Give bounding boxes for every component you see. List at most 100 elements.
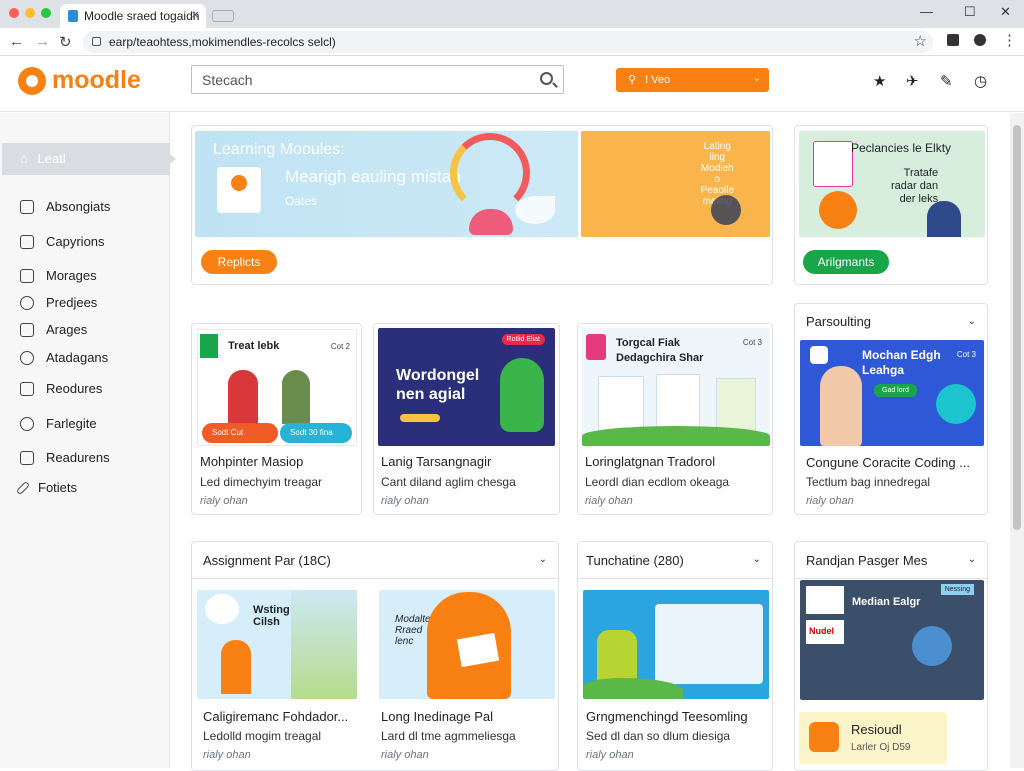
- scrollbar-thumb[interactable]: [1013, 125, 1021, 530]
- close-icon[interactable]: ✕: [1000, 4, 1011, 20]
- mascot-icon: [469, 209, 513, 235]
- sidebar-item-label: Morages: [46, 268, 97, 283]
- promo-text: Tratafe radar dan der leks: [891, 167, 939, 205]
- course-thumbnail[interactable]: Median Ealgr Nessing Nudel: [800, 580, 984, 700]
- select-label: I Veo: [645, 74, 671, 86]
- course-card[interactable]: Rotlid Eliat Wordongel nen agial Lanig T…: [373, 323, 560, 515]
- minimize-window-dot[interactable]: [25, 8, 35, 18]
- course-subtitle: Leordl dian ecdlom okeaga: [585, 475, 730, 489]
- course-subtitle: Cant diland aglim chesga: [381, 475, 516, 489]
- back-icon[interactable]: ←: [9, 33, 24, 50]
- wing-icon: [515, 196, 555, 224]
- chevron-down-icon[interactable]: ⌄: [968, 316, 976, 327]
- lock-icon: [92, 37, 101, 46]
- people-icon: [20, 295, 34, 310]
- search-icon[interactable]: [540, 72, 553, 85]
- sidebar-active-label: Leatl: [37, 151, 66, 166]
- reload-icon[interactable]: ↻: [59, 33, 72, 51]
- page-scrollbar[interactable]: [1010, 113, 1024, 768]
- logo-text: moodle: [52, 66, 141, 94]
- list-panel-icon: [655, 604, 763, 684]
- moodle-logo[interactable]: moodle: [18, 66, 141, 95]
- course-thumbnail[interactable]: Mochan Edgh Leahga Cot 3 Gad lord: [800, 340, 984, 446]
- close-window-dot[interactable]: [9, 8, 19, 18]
- sidebar-item-label: Arages: [46, 322, 88, 337]
- menu-dots-icon[interactable]: ⋮: [1002, 31, 1017, 49]
- course-meta: rialy ohan: [806, 495, 854, 507]
- course-card[interactable]: Torgcal Fiak Dedagchira Shar Cot 3 Lorin…: [577, 323, 773, 515]
- image-icon: [806, 586, 844, 614]
- course-meta: rialy ohan: [586, 749, 634, 761]
- chevron-down-icon[interactable]: ⌄: [753, 554, 761, 565]
- sidebar-item[interactable]: Atadagans: [20, 350, 108, 365]
- course-thumbnail[interactable]: Wsting Cilsh: [197, 590, 357, 699]
- course-card[interactable]: Treat lebk Cot 2 Sodt Cut Sodt 30 fina M…: [191, 323, 362, 515]
- course-meta: rialy ohan: [585, 495, 633, 507]
- maximize-window-dot[interactable]: [41, 8, 51, 18]
- new-tab-button[interactable]: [212, 10, 234, 22]
- sidebar-item[interactable]: Absongiats: [20, 199, 110, 214]
- favicon-icon: [68, 10, 78, 22]
- sidebar-item[interactable]: Farlegite: [20, 416, 97, 431]
- window-controls: [9, 8, 51, 18]
- sidebar-item-label: Reodures: [46, 381, 103, 396]
- thumb-title: Median Ealgr: [852, 596, 921, 608]
- sidebar-item[interactable]: Predjees: [20, 295, 97, 310]
- resource-tile[interactable]: Resioudl Larler Oj D59: [799, 712, 947, 764]
- course-thumbnail[interactable]: Modalter Rraed lenc: [379, 590, 555, 699]
- promo-button[interactable]: Arilgmants: [803, 250, 889, 274]
- hero-title: Learning Mooules:: [213, 141, 345, 158]
- sidebar-item[interactable]: Fotiets: [15, 480, 77, 495]
- puzzle-icon: [586, 334, 606, 360]
- hero-side-banner[interactable]: Lating ling Modieh o Peaolle meling: [581, 131, 770, 237]
- view-select-button[interactable]: ⚲ I Veo ⌄: [616, 68, 769, 92]
- messages-icon[interactable]: ✎: [940, 72, 953, 90]
- bookmark-star-icon[interactable]: ☆: [914, 32, 927, 50]
- promo-banner[interactable]: Peclancies le Elkty Tratafe radar dan de…: [799, 131, 985, 237]
- sidebar-item[interactable]: Readurens: [20, 450, 110, 465]
- section-heading: Tunchatine (280): [586, 553, 684, 568]
- sidebar-item[interactable]: Reodures: [20, 381, 102, 396]
- course-subtitle: Lard dl tme agmmeliesga: [381, 729, 516, 743]
- minimize-icon[interactable]: —: [920, 4, 933, 19]
- close-tab-icon[interactable]: ×: [191, 7, 199, 22]
- sidebar-item[interactable]: Capyrions: [20, 234, 105, 249]
- course-thumbnail: Torgcal Fiak Dedagchira Shar Cot 3: [582, 328, 770, 446]
- course-thumbnail[interactable]: [583, 590, 769, 699]
- mascot-icon: [819, 191, 857, 229]
- student-icon: [500, 358, 544, 432]
- clock-small-icon: [20, 416, 34, 431]
- chevron-down-icon[interactable]: ⌄: [968, 554, 976, 565]
- course-title: Mohpinter Masiop: [200, 454, 304, 469]
- thumb-chip: Nudel: [806, 620, 844, 644]
- random-section: Randjan Pasger Mes ⌄ Median Ealgr Nessin…: [794, 541, 988, 771]
- thumb-title: Wordongel nen agial: [396, 367, 480, 403]
- app-icon: [810, 346, 828, 364]
- chevron-down-icon[interactable]: ⌄: [539, 554, 547, 565]
- sidebar-item[interactable]: Arages: [20, 322, 87, 337]
- sidebar-item-active[interactable]: ⌂ Leatl: [2, 143, 176, 175]
- section-heading: Randjan Pasger Mes: [806, 553, 928, 568]
- clock-icon[interactable]: ◷: [974, 72, 987, 90]
- avatar-icon: [912, 626, 952, 666]
- thumb-chip-icon: [400, 414, 440, 422]
- search-input[interactable]: Stecach: [191, 65, 564, 94]
- document-icon: [20, 199, 34, 214]
- sidebar-item-label: Readurens: [46, 450, 110, 465]
- hero-banner[interactable]: Learning Mooules: Mearigh eauling mistan…: [195, 131, 578, 237]
- forward-icon[interactable]: →: [35, 33, 50, 50]
- browser-tab[interactable]: Moodle sraed togaidh ×: [60, 4, 206, 28]
- grades-icon: [20, 450, 34, 465]
- hero-button[interactable]: Replicts: [201, 250, 277, 274]
- sidebar-item[interactable]: Morages: [20, 268, 97, 283]
- maximize-icon[interactable]: ☐: [964, 4, 976, 20]
- puzzle-icon[interactable]: [974, 34, 986, 46]
- student-icon: [820, 366, 862, 446]
- address-bar[interactable]: earp/teaohtess,mokimendles-recolcs selcl…: [83, 31, 933, 53]
- notification-icon[interactable]: ✈: [906, 72, 919, 90]
- url-text: earp/teaohtess,mokimendles-recolcs selcl…: [109, 35, 336, 49]
- course-subtitle: Led dimechyim treagar: [200, 475, 323, 489]
- extension-icon[interactable]: [947, 34, 959, 46]
- course-meta: rialy ohan: [381, 495, 429, 507]
- star-icon[interactable]: ★: [873, 72, 886, 90]
